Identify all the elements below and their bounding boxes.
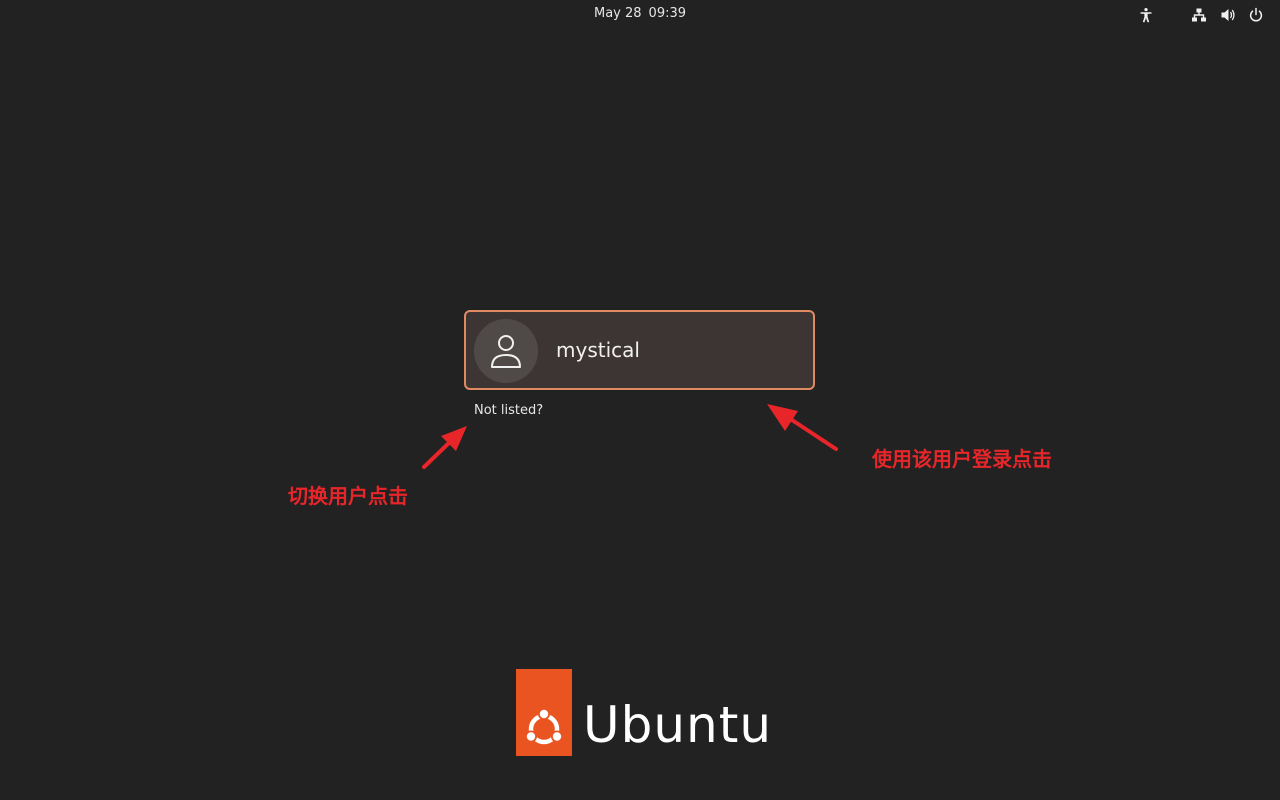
ubuntu-wordmark: Ubuntu <box>583 696 773 754</box>
annotation-login-user: 使用该用户登录点击 <box>872 447 1052 471</box>
annotation-arrows <box>422 404 838 469</box>
login-screen: May 28 09:39 mystical Not listed? 切换用户点击… <box>0 0 1280 800</box>
circle-of-friends-icon <box>525 708 563 745</box>
arrow-login-user <box>767 404 838 451</box>
arrow-switch-user <box>422 426 467 469</box>
ubuntu-logo-box <box>516 669 572 756</box>
annotation-switch-user: 切换用户点击 <box>288 484 408 508</box>
